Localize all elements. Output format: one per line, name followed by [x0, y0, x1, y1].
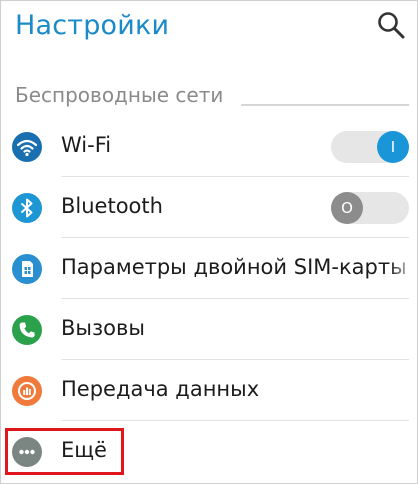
search-icon — [378, 12, 405, 39]
wifi-icon — [12, 132, 42, 162]
settings-screen: Настройки Беспроводные сети Wi-Fi I Blue… — [0, 0, 418, 484]
toggle-knob: O — [331, 192, 363, 224]
page-title: Настройки — [15, 10, 170, 41]
settings-item-label: Передача данных — [61, 377, 260, 401]
settings-item-calls[interactable]: Вызовы — [1, 300, 417, 360]
toggle-knob: I — [377, 131, 409, 163]
settings-item-bluetooth[interactable]: Bluetooth O — [1, 178, 417, 238]
bluetooth-toggle[interactable]: O — [331, 192, 409, 224]
section-divider — [241, 104, 409, 106]
item-divider — [61, 176, 409, 177]
settings-item-label: Вызовы — [61, 316, 145, 340]
sim-card-icon — [12, 254, 42, 284]
settings-item-label: Bluetooth — [61, 194, 163, 218]
app-header: Настройки — [1, 1, 417, 57]
search-button[interactable] — [373, 7, 409, 43]
item-divider — [61, 298, 409, 299]
settings-item-label: Wi-Fi — [61, 133, 112, 157]
item-divider — [61, 359, 409, 360]
settings-item-data-usage[interactable]: Передача данных — [1, 361, 417, 421]
bluetooth-icon — [12, 193, 42, 223]
text-fade — [389, 239, 417, 299]
section-header-wireless: Беспроводные сети — [15, 83, 224, 107]
wifi-toggle[interactable]: I — [331, 131, 409, 163]
highlight-box — [5, 428, 124, 475]
phone-icon — [12, 315, 42, 345]
settings-item-dual-sim[interactable]: Параметры двойной SIM-карты — [1, 239, 417, 299]
settings-item-wifi[interactable]: Wi-Fi I — [1, 117, 417, 177]
data-usage-icon — [12, 376, 42, 406]
item-divider — [61, 420, 409, 421]
item-divider — [61, 237, 409, 238]
settings-item-label: Параметры двойной SIM-карты — [61, 255, 407, 279]
